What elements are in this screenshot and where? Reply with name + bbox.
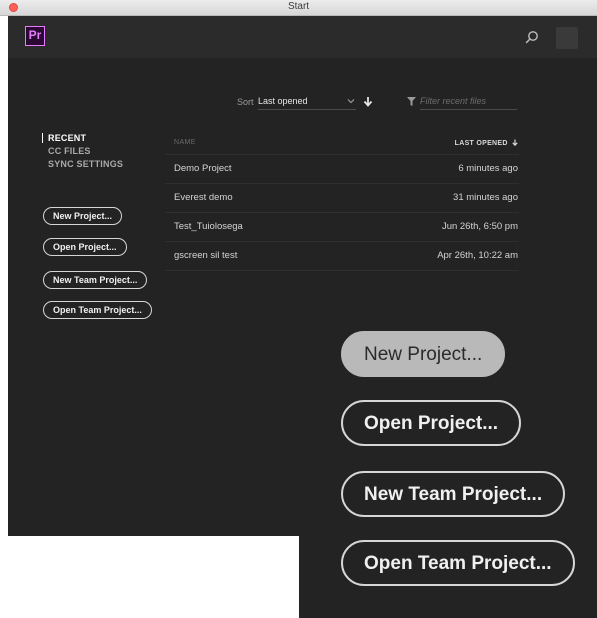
sidebar-item-sync-settings[interactable]: SYNC SETTINGS bbox=[42, 159, 123, 169]
sort-arrow-icon bbox=[512, 139, 518, 146]
new-team-project-button[interactable]: New Team Project... bbox=[43, 271, 148, 289]
open-project-button[interactable]: Open Project... bbox=[43, 238, 127, 256]
last-opened-value: 6 minutes ago bbox=[458, 163, 518, 174]
window-titlebar: Start bbox=[0, 0, 597, 16]
zoom-new-team-project-button[interactable]: New Team Project... bbox=[341, 471, 566, 517]
project-name: gscreen sil test bbox=[174, 250, 238, 261]
recent-files-table: NAME LAST OPENED Demo Project 6 minutes … bbox=[165, 132, 519, 271]
sort-value: Last opened bbox=[258, 96, 308, 106]
filter-icon bbox=[407, 97, 416, 106]
last-opened-value: Apr 26th, 10:22 am bbox=[437, 250, 518, 261]
last-opened-value: Jun 26th, 6:50 pm bbox=[441, 221, 518, 232]
project-name: Test_Tuiolosega bbox=[174, 221, 243, 232]
sort-direction-icon[interactable] bbox=[363, 96, 373, 107]
search-icon[interactable] bbox=[525, 30, 539, 44]
column-header-name[interactable]: NAME bbox=[174, 139, 196, 146]
table-header: NAME LAST OPENED bbox=[165, 132, 519, 155]
project-name: Everest demo bbox=[174, 192, 233, 203]
column-header-last-opened[interactable]: LAST OPENED bbox=[455, 139, 518, 147]
zoom-open-project-button[interactable]: Open Project... bbox=[341, 400, 522, 446]
chevron-down-icon bbox=[347, 99, 355, 104]
zoom-open-team-project-button[interactable]: Open Team Project... bbox=[341, 540, 575, 586]
zoom-inset: New Project... Open Project... New Team … bbox=[299, 292, 597, 618]
premiere-logo: Pr bbox=[25, 26, 45, 46]
window-title: Start bbox=[287, 1, 310, 12]
filter-placeholder: Filter recent files bbox=[420, 96, 487, 106]
table-row[interactable]: Everest demo 31 minutes ago bbox=[165, 184, 519, 213]
sort-label: Sort bbox=[237, 97, 254, 107]
zoom-new-project-button[interactable]: New Project... bbox=[341, 331, 506, 377]
project-name: Demo Project bbox=[174, 163, 232, 174]
filter-recent-files-input[interactable]: Filter recent files bbox=[420, 92, 517, 110]
last-opened-value: 31 minutes ago bbox=[453, 192, 518, 203]
app-header: Pr bbox=[8, 16, 597, 58]
table-row[interactable]: gscreen sil test Apr 26th, 10:22 am bbox=[165, 242, 519, 271]
table-row[interactable]: Test_Tuiolosega Jun 26th, 6:50 pm bbox=[165, 213, 519, 242]
sidebar-nav: RECENT CC FILES SYNC SETTINGS bbox=[42, 133, 123, 172]
sort-dropdown[interactable]: Last opened bbox=[258, 92, 356, 110]
avatar[interactable] bbox=[556, 27, 578, 49]
new-project-button[interactable]: New Project... bbox=[43, 207, 123, 225]
column-header-last-opened-label: LAST OPENED bbox=[454, 140, 508, 147]
sidebar-item-cc-files[interactable]: CC FILES bbox=[42, 146, 123, 156]
open-team-project-button[interactable]: Open Team Project... bbox=[43, 301, 152, 319]
sidebar-item-recent[interactable]: RECENT bbox=[42, 133, 123, 143]
table-row[interactable]: Demo Project 6 minutes ago bbox=[165, 155, 519, 184]
